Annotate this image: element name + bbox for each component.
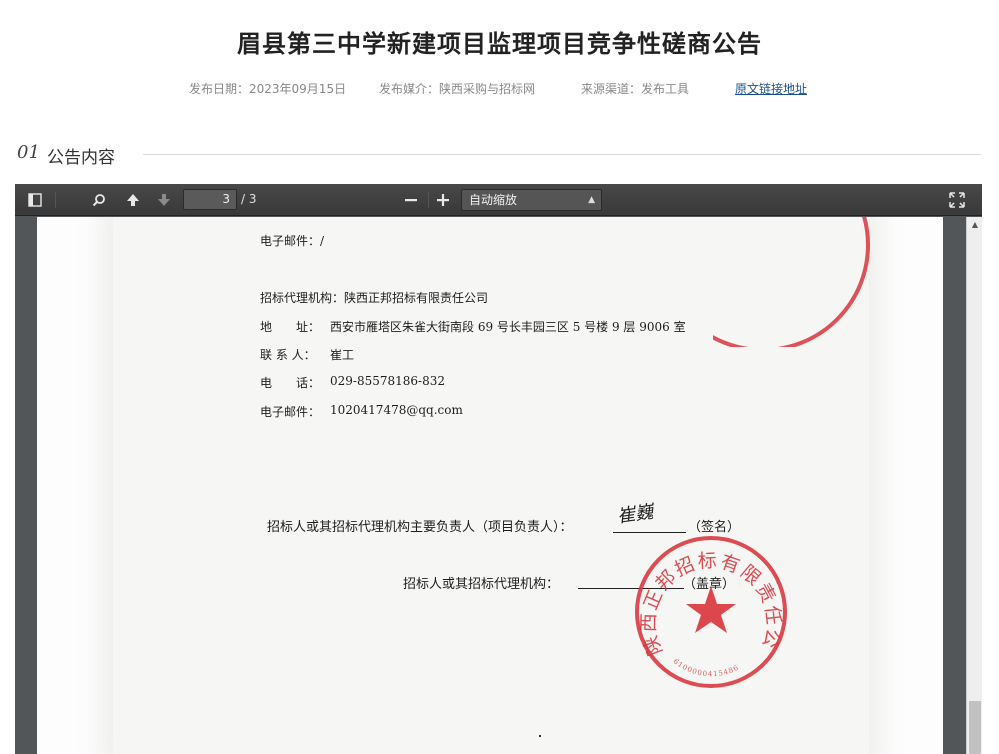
scroll-up-icon[interactable]: ▲ [967, 217, 982, 233]
section-header: 01 公告内容 [17, 142, 981, 168]
scan-dot [539, 735, 541, 737]
doc-address-label: 地 址： [260, 320, 321, 334]
section-number: 01 [17, 142, 40, 163]
chevron-updown-icon: ▲ [588, 195, 595, 205]
doc-address-value: 西安市雁塔区朱雀大街南段 69 号长丰园三区 5 号楼 9 层 9006 室 [330, 320, 686, 334]
section-divider [143, 154, 981, 155]
page-total: / 3 [241, 192, 257, 206]
scanned-document: 电子邮件：/ 招标代理机构：陕西正邦招标有限责任公司 地 址： 西安市雁塔区朱雀… [113, 217, 870, 754]
source-channel: 来源渠道：发布工具 [581, 82, 690, 96]
pdf-page-area[interactable]: 电子邮件：/ 招标代理机构：陕西正邦招标有限责任公司 地 址： 西安市雁塔区朱雀… [15, 217, 966, 754]
doc-agency-line: 招标人或其招标代理机构： [403, 577, 560, 592]
sidebar-toggle-icon[interactable] [23, 189, 47, 211]
red-seal-stamp: 陕西正邦招标有限责任公司 6100000415486 [633, 534, 787, 688]
zoom-label: 自动缩放 [469, 193, 518, 207]
fullscreen-icon[interactable] [945, 189, 969, 211]
publish-media: 发布媒介：陕西采购与招标网 [379, 82, 536, 96]
doc-phone-label: 电 话： [260, 376, 321, 390]
toolbar-separator [55, 192, 56, 208]
doc-agency: 招标代理机构：陕西正邦招标有限责任公司 [260, 291, 489, 305]
signature-line [613, 532, 686, 533]
partial-seal-stamp: 限责任公司 [713, 217, 870, 347]
toolbar-separator [428, 192, 429, 208]
doc-sign-suffix: （签名） [688, 520, 741, 535]
doc-contact-value: 崔工 [330, 348, 355, 362]
arrow-up-icon[interactable] [121, 189, 145, 211]
doc-responsible-line: 招标人或其招标代理机构主要负责人（项目负责人）： [267, 520, 573, 535]
doc-email-label: 电子邮件： [260, 405, 321, 419]
page-number-input[interactable]: 3 [183, 189, 237, 210]
section-title: 公告内容 [47, 148, 115, 168]
doc-email-top: 电子邮件：/ [260, 234, 325, 248]
pdf-toolbar: 3 / 3 自动缩放 ▲ [15, 184, 982, 216]
pdf-viewer: 3 / 3 自动缩放 ▲ 电子邮件：/ 招标代理机构：陕西正邦招标有限责任公司 … [15, 184, 982, 754]
vertical-scrollbar[interactable]: ▲ [966, 217, 982, 754]
scrollbar-thumb[interactable] [969, 701, 981, 754]
doc-email-value: 1020417478@qq.com [330, 403, 463, 417]
doc-contact-label: 联 系 人： [260, 348, 316, 362]
original-link[interactable]: 原文链接地址 [735, 80, 807, 97]
doc-phone-value: 029-85578186-832 [330, 374, 445, 388]
svg-text:6100000415486: 6100000415486 [672, 657, 741, 678]
search-icon[interactable] [87, 189, 111, 211]
minus-icon[interactable] [399, 189, 423, 211]
publish-date: 发布日期：2023年09月15日 [189, 82, 347, 96]
meta-bar: 发布日期：2023年09月15日 发布媒介：陕西采购与招标网 来源渠道：发布工具… [0, 80, 999, 98]
pdf-page: 电子邮件：/ 招标代理机构：陕西正邦招标有限责任公司 地 址： 西安市雁塔区朱雀… [37, 217, 943, 754]
plus-icon[interactable] [431, 189, 455, 211]
page-title: 眉县第三中学新建项目监理项目竞争性磋商公告 [237, 30, 762, 58]
signature: 崔巍 [615, 501, 655, 528]
zoom-select[interactable]: 自动缩放 ▲ [461, 189, 602, 211]
arrow-down-icon[interactable] [152, 189, 176, 211]
